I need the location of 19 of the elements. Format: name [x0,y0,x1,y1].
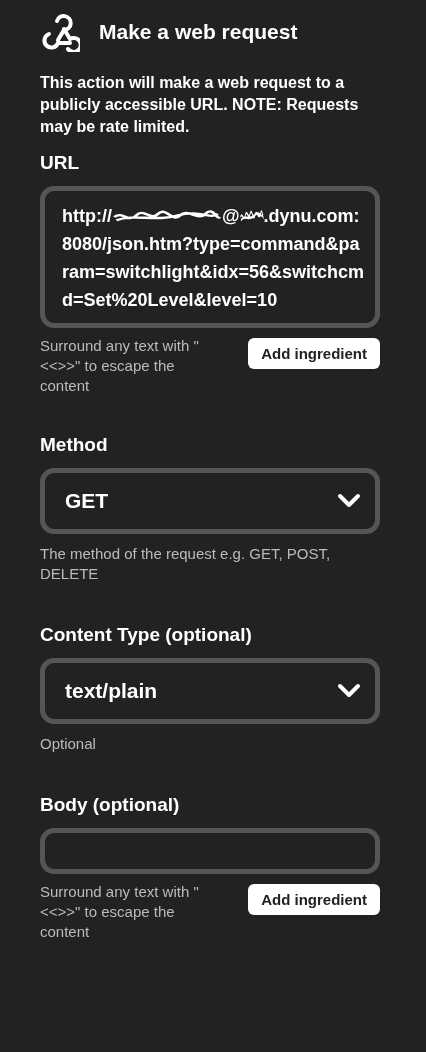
field-label: Content Type (optional) [40,624,253,646]
add-ingredient-button[interactable]: Add ingredient [248,884,380,915]
input-field[interactable]: http:// @ .dynu.com:8080/json.htm?type=command&param=switchlight&idx=56&switchcmd=Set%20Level&level=10 [40,186,380,328]
chevron-down-icon [337,683,361,699]
chevron-down-icon [337,493,361,509]
action-title: Make a web request [99,20,298,44]
help-text: The method of the request e.g. GET, POST, DELETE [40,544,332,584]
help-text: Surround any text with "<<>>" to escape the content [40,882,200,942]
webhook-icon [40,12,80,52]
add-ingredient-button[interactable]: Add ingredient [248,338,380,369]
select-dropdown[interactable]: GET [40,468,380,534]
action-description: This action will make a web request to a publicly accessible URL. NOTE: Requests may be rate limited. [40,73,360,137]
input-field[interactable] [40,828,380,874]
field-label: URL [40,152,81,174]
help-text: Surround any text with "<<>>" to escape the content [40,336,200,396]
help-text: Optional [40,734,97,754]
field-label: Method [40,434,109,456]
select-dropdown[interactable]: text/plain [40,658,380,724]
field-label: Body (optional) [40,794,181,816]
